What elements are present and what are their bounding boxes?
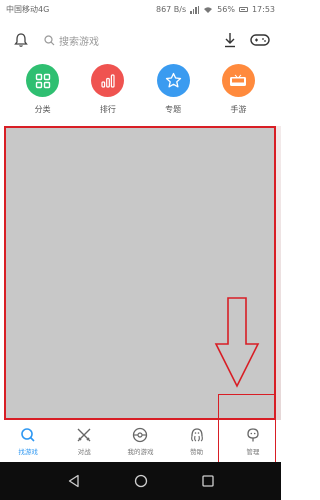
- category-topics[interactable]: 专题: [145, 64, 201, 126]
- category-label: 分类: [34, 105, 51, 114]
- category-label: 手游: [230, 105, 247, 114]
- pokeball-icon: [133, 427, 148, 442]
- search-input[interactable]: 搜索游戏: [32, 28, 219, 52]
- search-icon: [44, 34, 55, 45]
- back-icon[interactable]: [67, 474, 81, 488]
- category-label: 排行: [99, 105, 116, 114]
- nav-label: 对战: [77, 447, 91, 456]
- battery-percent: 56%: [217, 5, 235, 14]
- top-toolbar: 搜索游戏: [0, 19, 281, 61]
- system-nav-bar: [0, 462, 281, 500]
- handheld-icon: [221, 64, 255, 97]
- tentacle-icon: [190, 427, 203, 441]
- star-icon: [156, 64, 190, 97]
- clock: 17:53: [251, 5, 275, 14]
- nav-label: 我的游戏: [127, 447, 154, 456]
- signal-icon: [190, 5, 200, 14]
- status-bar: 中国移动4G 867 B/s 56% 17:53: [0, 0, 281, 19]
- content-edge: [276, 126, 281, 420]
- download-icon[interactable]: [219, 29, 241, 51]
- search-icon: [21, 427, 35, 442]
- manage-highlight-annotation: [218, 394, 276, 466]
- bell-icon[interactable]: [10, 29, 32, 51]
- nav-label: 找游戏: [18, 447, 38, 456]
- crossed-swords-icon: [77, 428, 91, 441]
- grid-icon: [26, 64, 60, 97]
- recents-icon[interactable]: [201, 474, 215, 488]
- wifi-icon: [203, 6, 213, 14]
- nav-sponsor[interactable]: 赞助: [169, 420, 225, 462]
- nav-battle[interactable]: 对战: [56, 420, 112, 462]
- category-classify[interactable]: 分类: [15, 64, 71, 126]
- nav-my-games[interactable]: 我的游戏: [112, 420, 168, 462]
- category-label: 专题: [165, 105, 182, 114]
- carrier-text: 中国移动4G: [6, 5, 50, 14]
- down-arrow-annotation: [214, 297, 260, 388]
- home-icon[interactable]: [134, 474, 148, 488]
- nav-label: 赞助: [190, 447, 204, 456]
- battery-icon: [238, 7, 248, 12]
- category-mobile-games[interactable]: 手游: [210, 64, 266, 126]
- nav-find-games[interactable]: 找游戏: [0, 420, 56, 462]
- gamepad-icon[interactable]: [249, 29, 271, 51]
- category-row: 分类 排行 专题 手游: [0, 64, 281, 126]
- bar-chart-icon: [91, 64, 125, 97]
- search-placeholder: 搜索游戏: [59, 36, 99, 48]
- category-ranking[interactable]: 排行: [80, 64, 136, 126]
- network-speed: 867 B/s: [155, 5, 187, 14]
